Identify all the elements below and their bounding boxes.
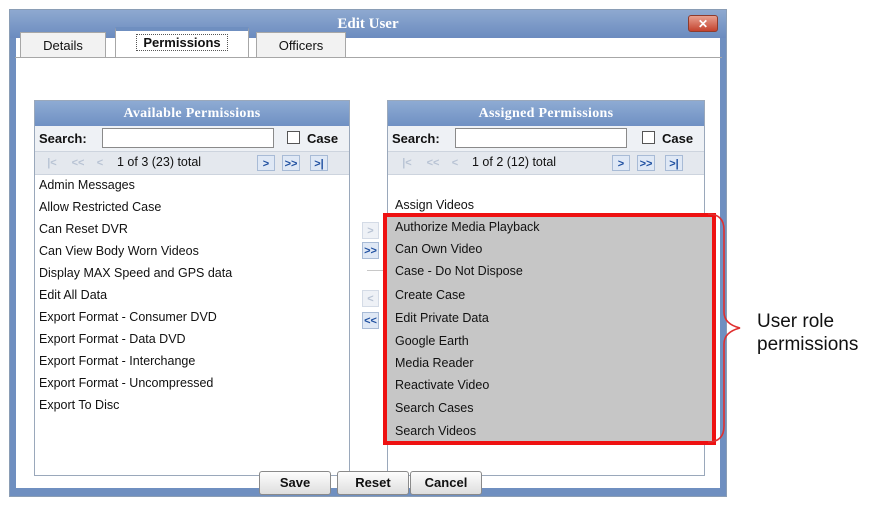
callout-line-1: User role [757,311,835,332]
available-search-input[interactable] [102,128,274,148]
list-item[interactable]: Admin Messages [39,174,135,196]
assigned-pager-info: 1 of 2 (12) total [472,155,557,169]
reset-button[interactable]: Reset [337,471,409,495]
first-page-icon: |< [402,157,412,169]
available-search-row: Search: Case [35,126,349,152]
cancel-button[interactable]: Cancel [410,471,482,495]
user-role-callout: User role permissions [757,310,858,356]
last-page-icon[interactable]: >| [310,155,328,171]
previous-page-icon: < [451,157,459,169]
assigned-pager: |< << < 1 of 2 (12) total > >> >| [388,152,704,175]
available-pager: |< << < 1 of 3 (23) total > >> >| [35,152,349,175]
list-item[interactable]: Export Format - Uncompressed [39,372,213,394]
add-all-permissions-button[interactable]: >> [362,242,379,259]
remove-all-permissions-button[interactable]: << [362,312,379,329]
list-item[interactable]: Can View Body Worn Videos [39,240,199,262]
remove-permission-button[interactable]: < [362,290,379,307]
next-pages-icon[interactable]: >> [637,155,655,171]
last-page-icon[interactable]: >| [665,155,683,171]
list-item[interactable]: Export Format - Consumer DVD [39,306,217,328]
tab-divider [15,57,722,58]
previous-page-icon: < [96,157,104,169]
assigned-case-checkbox[interactable] [642,131,655,144]
save-button[interactable]: Save [259,471,331,495]
callout-line-2: permissions [757,334,859,355]
first-page-icon: |< [47,157,57,169]
assigned-search-input[interactable] [455,128,627,148]
assigned-case-label: Case [662,131,694,146]
assigned-search-row: Search: Case [388,126,704,152]
tab-permissions[interactable]: Permissions [115,27,249,58]
assigned-permissions-header: Assigned Permissions [388,101,704,126]
assigned-search-label: Search: [392,131,440,146]
list-item[interactable]: Export To Disc [39,394,119,416]
available-permissions-panel: Available Permissions Search: Case |< <<… [34,100,350,476]
next-page-icon[interactable]: > [257,155,275,171]
close-icon[interactable]: ✕ [688,15,718,32]
tab-officers[interactable]: Officers [256,32,346,58]
available-permissions-list: Admin Messages Allow Restricted Case Can… [35,174,349,475]
brace-icon [707,213,741,443]
available-pager-info: 1 of 3 (23) total [117,155,202,169]
tab-permissions-label: Permissions [136,34,228,51]
add-permission-button[interactable]: > [362,222,379,239]
available-case-checkbox[interactable] [287,131,300,144]
next-page-icon[interactable]: > [612,155,630,171]
list-item[interactable]: Allow Restricted Case [39,196,161,218]
next-pages-icon[interactable]: >> [282,155,300,171]
role-permissions-red-box [383,213,716,445]
available-permissions-header: Available Permissions [35,101,349,126]
previous-pages-icon: << [426,157,440,169]
list-item[interactable]: Export Format - Interchange [39,350,195,372]
previous-pages-icon: << [71,157,85,169]
tab-officers-label: Officers [278,38,324,53]
available-case-label: Case [307,131,339,146]
list-item[interactable]: Display MAX Speed and GPS data [39,262,232,284]
list-item[interactable]: Can Reset DVR [39,218,128,240]
tab-details-label: Details [43,38,83,53]
list-item[interactable]: Edit All Data [39,284,107,306]
available-search-label: Search: [39,131,87,146]
list-item[interactable]: Export Format - Data DVD [39,328,186,350]
tab-details[interactable]: Details [20,32,106,58]
